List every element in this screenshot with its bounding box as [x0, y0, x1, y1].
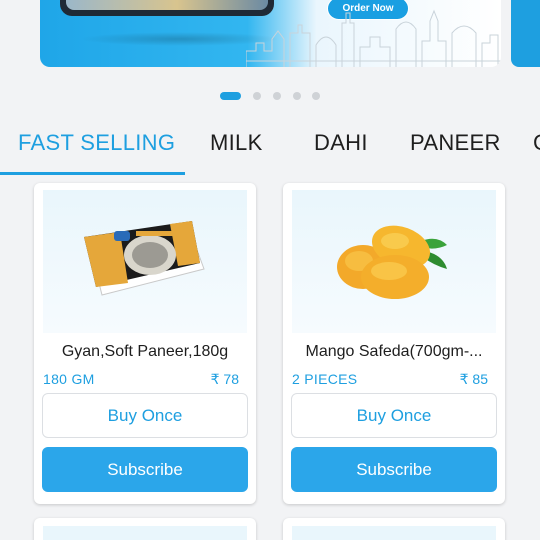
carousel-dot[interactable]: [253, 92, 261, 100]
product-price: ₹ 78: [210, 371, 239, 387]
product-quantity: 180 GM: [43, 371, 95, 387]
buy-once-button[interactable]: Buy Once: [42, 393, 248, 438]
product-image: [292, 526, 496, 540]
product-card-next-row[interactable]: [283, 518, 505, 540]
carousel-dot[interactable]: [273, 92, 281, 100]
phone-screen: [66, 0, 268, 10]
tab-next-partial[interactable]: C: [533, 130, 540, 156]
tab-paneer[interactable]: PANEER: [410, 130, 501, 156]
tab-fast-selling[interactable]: FAST SELLING: [18, 130, 175, 156]
mango-image: [337, 225, 447, 299]
carousel-dot[interactable]: [312, 92, 320, 100]
product-card[interactable]: Gyan,Soft Paneer,180g 180 GM ₹ 78 Buy On…: [34, 183, 256, 504]
product-image[interactable]: [292, 190, 496, 333]
promo-banner[interactable]: Order Now: [40, 0, 501, 67]
product-card[interactable]: Mango Safeda(700gm-... 2 PIECES ₹ 85 Buy…: [283, 183, 505, 504]
subscribe-button[interactable]: Subscribe: [291, 447, 497, 492]
phone-illustration: [60, 0, 274, 16]
carousel-dot[interactable]: [293, 92, 301, 100]
paneer-pack-image: [84, 220, 205, 296]
product-name[interactable]: Mango Safeda(700gm-...: [283, 343, 505, 361]
product-card-next-row[interactable]: [34, 518, 256, 540]
carousel-indicator: [0, 92, 540, 100]
city-skyline-illustration: [246, 9, 501, 67]
buy-once-button[interactable]: Buy Once: [291, 393, 497, 438]
tab-milk[interactable]: MILK: [210, 130, 263, 156]
category-tabs: FAST SELLING MILK DAHI PANEER C: [0, 118, 540, 176]
tab-dahi[interactable]: DAHI: [314, 130, 368, 156]
subscribe-button[interactable]: Subscribe: [42, 447, 248, 492]
product-image[interactable]: [43, 190, 247, 333]
next-banner-peek[interactable]: [511, 0, 540, 67]
product-image: [43, 526, 247, 540]
carousel-dot-active[interactable]: [220, 92, 241, 100]
product-quantity: 2 PIECES: [292, 371, 358, 387]
product-name[interactable]: Gyan,Soft Paneer,180g: [34, 343, 256, 361]
product-price: ₹ 85: [459, 371, 488, 387]
active-tab-underline: [0, 172, 185, 175]
